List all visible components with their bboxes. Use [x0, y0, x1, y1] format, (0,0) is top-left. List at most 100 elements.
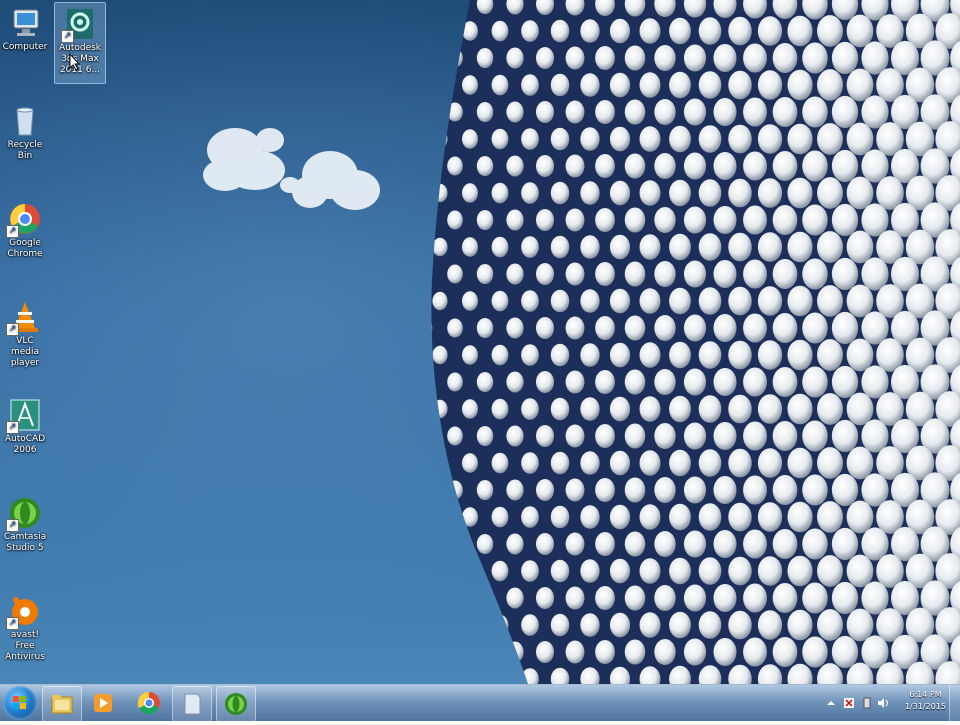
facade-disc	[491, 560, 509, 582]
facade-disc	[817, 555, 843, 587]
facade-disc	[595, 261, 615, 287]
taskbar-explorer-button[interactable]	[42, 686, 82, 722]
action-center-flag-icon[interactable]	[842, 696, 856, 710]
facade-disc	[831, 149, 859, 183]
3ds-max-shortcut[interactable]: ↗ Autodesk 3ds Max 2011 6...	[54, 2, 106, 84]
facade-disc	[817, 447, 843, 479]
facade-disc	[713, 313, 737, 343]
facade-disc	[461, 237, 479, 257]
facade-disc	[595, 207, 615, 233]
facade-disc	[535, 640, 555, 664]
facade-disc	[728, 16, 752, 46]
facade-disc	[683, 638, 707, 666]
chrome-shortcut[interactable]: ↗ Google Chrome	[2, 202, 48, 260]
facade-disc	[447, 318, 463, 338]
vlc-shortcut[interactable]: ↗ VLC media player	[2, 300, 48, 369]
taskbar-chrome-button[interactable]	[130, 686, 168, 720]
facade-disc	[609, 18, 631, 44]
facade-disc	[846, 122, 874, 156]
facade-disc	[550, 289, 570, 313]
facade-disc	[447, 48, 463, 68]
autocad-shortcut[interactable]: ↗ AutoCAD 2006	[2, 398, 48, 456]
shortcut-arrow-icon: ↗	[6, 323, 19, 336]
facade-disc	[669, 449, 691, 477]
avast-shortcut[interactable]: ↗ avast! Free Antivirus	[2, 594, 48, 663]
facade-disc	[713, 151, 737, 181]
facade-disc	[624, 423, 646, 449]
facade-disc	[654, 206, 676, 234]
facade-disc	[624, 315, 646, 341]
facade-disc	[447, 588, 463, 608]
facade-disc	[669, 233, 691, 261]
tray-time: 6:14 PM	[909, 690, 942, 699]
facade-disc	[713, 583, 737, 613]
facade-disc	[817, 69, 843, 101]
facade-disc	[639, 504, 661, 530]
facade-disc	[772, 312, 798, 344]
facade-disc	[654, 422, 676, 450]
facade-disc	[639, 396, 661, 422]
facade-disc	[639, 450, 661, 476]
facade-disc	[846, 230, 874, 264]
facade-disc	[669, 71, 691, 99]
facade-disc	[817, 393, 843, 425]
facade-disc	[683, 206, 707, 234]
tray-clock[interactable]: 6:14 PM 1/31/2015	[905, 689, 946, 713]
facade-disc	[550, 343, 570, 367]
camtasia-shortcut[interactable]: ↗ Camtasia Studio 5	[2, 496, 48, 554]
3ds-max-icon: ↗	[61, 7, 97, 43]
show-hidden-icons-icon[interactable]	[824, 696, 838, 710]
facade-disc	[491, 452, 509, 474]
facade-disc	[595, 639, 615, 665]
facade-disc	[831, 473, 859, 507]
recycle-bin-shortcut[interactable]: Recycle Bin	[2, 104, 48, 162]
facade-disc	[550, 397, 570, 421]
facade-disc	[595, 531, 615, 557]
facade-disc	[476, 371, 494, 393]
facade-disc	[713, 97, 737, 127]
facade-disc	[757, 286, 783, 316]
facade-disc	[772, 204, 798, 236]
show-desktop-button[interactable]	[949, 685, 960, 721]
facade-disc	[654, 368, 676, 396]
facade-disc	[698, 71, 722, 99]
facade-disc	[831, 635, 859, 669]
facade-disc	[461, 399, 479, 419]
facade-disc	[447, 372, 463, 392]
facade-disc	[595, 585, 615, 611]
facade-disc	[743, 637, 767, 667]
volume-icon[interactable]	[876, 696, 890, 710]
facade-disc	[491, 506, 509, 528]
facade-disc	[654, 530, 676, 558]
taskbar-document-button[interactable]	[172, 686, 212, 722]
facade-disc	[757, 610, 783, 640]
facade-disc	[624, 477, 646, 503]
facade-disc	[580, 19, 600, 43]
desktop[interactable]: Computer ↗ Autodesk 3ds Max 2011 6... Re…	[0, 0, 960, 684]
taskbar-media-player-button[interactable]	[84, 686, 122, 720]
wallpaper-building	[431, 0, 960, 684]
shortcut-arrow-icon: ↗	[6, 617, 19, 630]
facade-disc	[639, 342, 661, 368]
taskbar-camtasia-button[interactable]	[216, 686, 256, 722]
facade-disc	[669, 125, 691, 153]
facade-disc	[831, 419, 859, 453]
facade-disc	[609, 342, 631, 368]
facade-disc	[491, 398, 509, 420]
facade-disc	[580, 505, 600, 529]
facade-disc	[609, 396, 631, 422]
computer-shortcut[interactable]: Computer	[2, 6, 48, 53]
facade-disc	[743, 421, 767, 451]
facade-disc	[535, 208, 555, 232]
facade-disc	[535, 154, 555, 178]
facade-disc	[447, 156, 463, 176]
facade-disc	[580, 451, 600, 475]
facade-disc	[476, 47, 494, 69]
windows-start-orb-icon[interactable]	[3, 686, 37, 720]
facade-disc	[580, 73, 600, 97]
facade-disc	[713, 43, 737, 73]
facade-disc	[743, 205, 767, 235]
network-icon[interactable]	[860, 696, 874, 710]
facade-disc	[683, 314, 707, 342]
facade-disc	[639, 288, 661, 314]
